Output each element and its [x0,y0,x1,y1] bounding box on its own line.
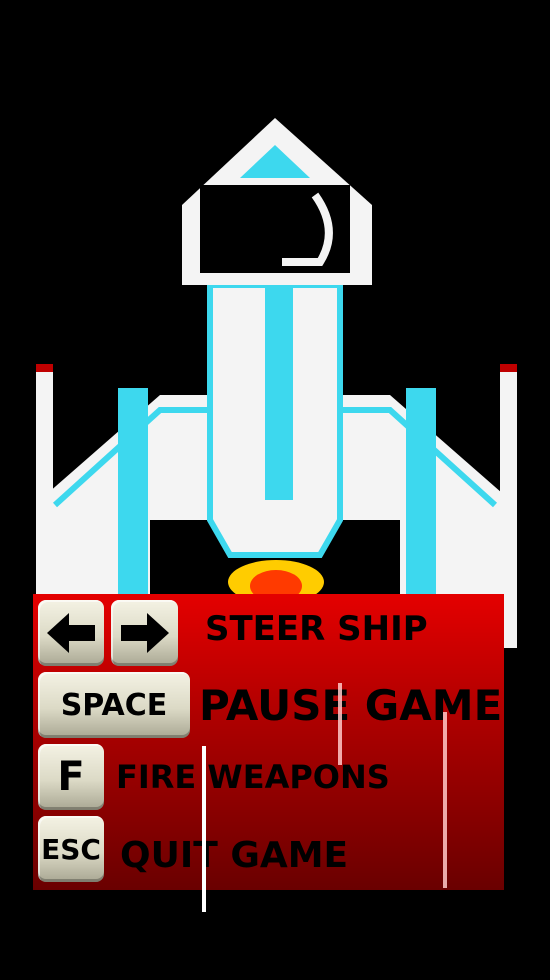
laser-streak [443,712,447,888]
steer-ship-label: STEER SHIP [205,609,428,649]
quit-game-label: QUIT GAME [120,835,349,876]
center-stripe [265,285,293,500]
right-arrow-key[interactable] [111,600,178,666]
space-key[interactable]: SPACE [38,672,190,738]
controls-panel: STEER SHIP SPACE PAUSE GAME F FIRE WEAPO… [33,594,504,890]
esc-key[interactable]: ESC [38,816,104,882]
right-cannon [406,388,436,598]
left-arrow-key[interactable] [38,600,104,666]
f-key[interactable]: F [38,744,104,810]
fire-weapons-label: FIRE WEAPONS [116,758,390,796]
left-arrow-icon [47,613,95,653]
left-cannon [118,388,148,598]
laser-streak [338,683,342,765]
laser-streak [202,746,206,912]
right-arrow-icon [120,613,169,653]
pause-game-label: PAUSE GAME [199,681,503,730]
